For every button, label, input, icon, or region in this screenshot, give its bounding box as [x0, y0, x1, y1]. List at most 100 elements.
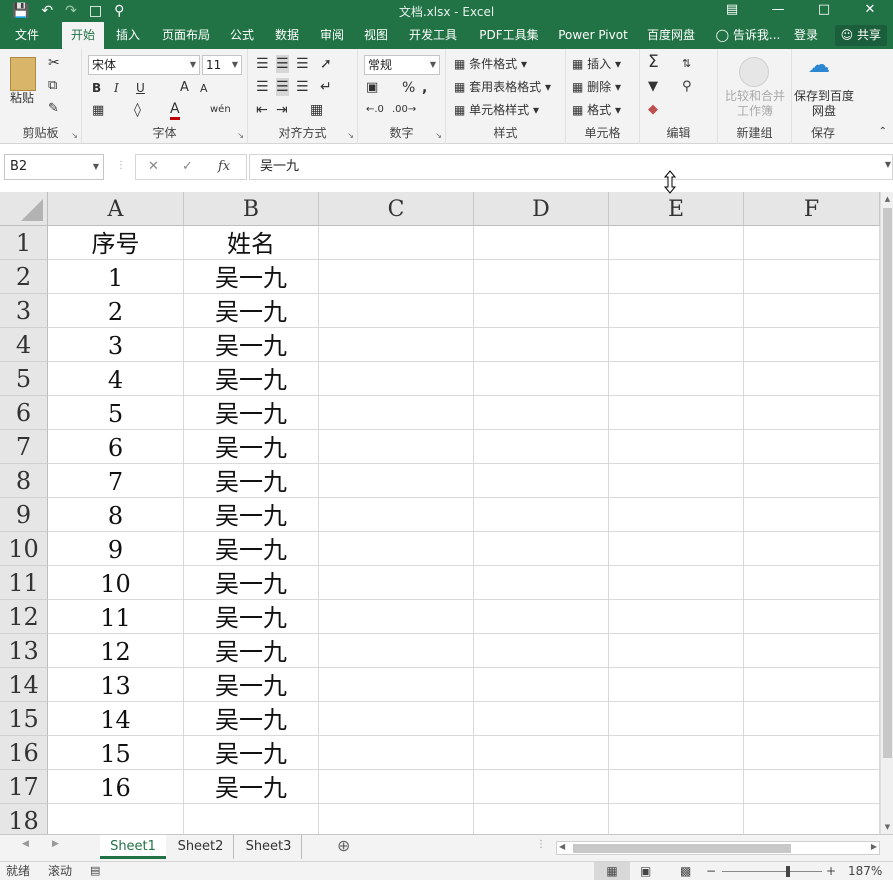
launcher-icon[interactable]: ↘ [237, 131, 244, 140]
scroll-up-icon[interactable]: ▲ [881, 192, 893, 206]
cell-C8[interactable] [319, 464, 474, 498]
cell-F17[interactable] [744, 770, 880, 804]
find-icon[interactable]: ⚲ [682, 78, 692, 96]
tab-insert[interactable]: 插入 [110, 22, 146, 49]
align-top-icon[interactable]: ☰ [256, 55, 269, 73]
cell-A10[interactable]: 9 [48, 532, 184, 566]
insert-function-icon[interactable]: fx [218, 159, 230, 174]
clear-icon[interactable]: ◆ [648, 101, 658, 119]
cell-E15[interactable] [609, 702, 744, 736]
zoom-slider-knob[interactable] [786, 866, 790, 877]
cell-D10[interactable] [474, 532, 609, 566]
cell-D1[interactable] [474, 226, 609, 260]
row-header[interactable]: 10 [0, 532, 48, 566]
cell-A11[interactable]: 10 [48, 566, 184, 600]
tab-pdf-tools[interactable]: PDF工具集 [474, 22, 544, 49]
cell-F10[interactable] [744, 532, 880, 566]
increase-indent-icon[interactable]: ⇥ [276, 101, 288, 119]
cell-F7[interactable] [744, 430, 880, 464]
cell-E7[interactable] [609, 430, 744, 464]
page-break-view-icon[interactable]: ▩ [680, 862, 691, 880]
zoom-slider[interactable] [722, 871, 822, 872]
cell-B9[interactable]: 吴一九 [184, 498, 319, 532]
cell-D14[interactable] [474, 668, 609, 702]
cell-F16[interactable] [744, 736, 880, 770]
cell-A18[interactable] [48, 804, 184, 834]
grow-font-button[interactable]: A [180, 79, 189, 97]
sheet-tab-3[interactable]: Sheet3 [236, 835, 302, 859]
currency-icon[interactable]: ▣ [366, 79, 378, 97]
column-header[interactable]: B [184, 192, 319, 226]
row-header[interactable]: 13 [0, 634, 48, 668]
select-all-button[interactable] [0, 192, 48, 226]
comma-button[interactable]: , [422, 79, 427, 97]
cell-A2[interactable]: 1 [48, 260, 184, 294]
cut-icon[interactable]: ✂ [48, 54, 60, 72]
column-header[interactable]: F [744, 192, 880, 226]
row-header[interactable]: 11 [0, 566, 48, 600]
row-header[interactable]: 5 [0, 362, 48, 396]
merge-cells-icon[interactable]: ▦ [310, 101, 323, 119]
cell-C2[interactable] [319, 260, 474, 294]
sheet-tab-2[interactable]: Sheet2 [168, 835, 234, 859]
launcher-icon[interactable]: ↘ [347, 131, 354, 140]
fill-icon[interactable]: ▼ [648, 78, 658, 96]
cell-E3[interactable] [609, 294, 744, 328]
italic-button[interactable]: I [114, 79, 119, 97]
cell-F2[interactable] [744, 260, 880, 294]
cell-E16[interactable] [609, 736, 744, 770]
tab-baidu[interactable]: 百度网盘 [640, 22, 702, 49]
scroll-left-icon[interactable]: ◀ [559, 842, 565, 851]
borders-icon[interactable]: ▦ [92, 102, 104, 120]
zoom-out-button[interactable]: − [706, 862, 716, 880]
cell-D11[interactable] [474, 566, 609, 600]
tab-view[interactable]: 视图 [358, 22, 394, 49]
cell-C1[interactable] [319, 226, 474, 260]
wrap-text-icon[interactable]: ↵ [320, 78, 332, 96]
paste-button[interactable]: 粘贴 [10, 89, 34, 107]
tab-developer[interactable]: 开发工具 [402, 22, 464, 49]
column-header[interactable]: A [48, 192, 184, 226]
bold-button[interactable]: B [92, 79, 101, 97]
cell-D15[interactable] [474, 702, 609, 736]
row-header[interactable]: 2 [0, 260, 48, 294]
cell-E13[interactable] [609, 634, 744, 668]
ribbon-display-icon[interactable]: ▤ [709, 0, 755, 22]
worksheet-grid[interactable]: ABCDEF 1 序号 姓名 2 1 吴一九 3 2 吴一九 4 3 吴一九 5 4 吴一九 6 5 吴一九 7 6 吴… [0, 192, 880, 834]
cell-A15[interactable]: 14 [48, 702, 184, 736]
maximize-icon[interactable]: □ [801, 0, 847, 22]
cell-C3[interactable] [319, 294, 474, 328]
next-sheet-icon[interactable]: ▶ [52, 839, 59, 849]
cell-F9[interactable] [744, 498, 880, 532]
tab-home[interactable]: 开始 [62, 22, 104, 49]
horizontal-scroll-thumb[interactable] [573, 844, 791, 853]
launcher-icon[interactable]: ↘ [71, 131, 78, 140]
cell-A6[interactable]: 5 [48, 396, 184, 430]
cell-E1[interactable] [609, 226, 744, 260]
cell-B4[interactable]: 吴一九 [184, 328, 319, 362]
row-header[interactable]: 12 [0, 600, 48, 634]
row-header[interactable]: 18 [0, 804, 48, 834]
align-middle-icon[interactable]: ☰ [276, 55, 289, 73]
page-layout-view-icon[interactable]: ▣ [640, 862, 651, 880]
scroll-down-icon[interactable]: ▼ [881, 820, 893, 834]
tab-review[interactable]: 审阅 [314, 22, 350, 49]
name-box[interactable]: B2 ▼ [4, 154, 104, 180]
column-header[interactable]: C [319, 192, 474, 226]
cell-C18[interactable] [319, 804, 474, 834]
cell-E2[interactable] [609, 260, 744, 294]
format-painter-icon[interactable]: ✎ [48, 100, 59, 118]
tab-data[interactable]: 数据 [268, 22, 306, 49]
cell-C17[interactable] [319, 770, 474, 804]
cell-F11[interactable] [744, 566, 880, 600]
align-left-icon[interactable]: ☰ [256, 78, 269, 96]
cell-D17[interactable] [474, 770, 609, 804]
cell-B13[interactable]: 吴一九 [184, 634, 319, 668]
cell-F1[interactable] [744, 226, 880, 260]
cell-F12[interactable] [744, 600, 880, 634]
cell-B7[interactable]: 吴一九 [184, 430, 319, 464]
normal-view-icon[interactable]: ▦ [594, 862, 630, 880]
cell-E12[interactable] [609, 600, 744, 634]
cell-A9[interactable]: 8 [48, 498, 184, 532]
cancel-icon[interactable]: ✕ [148, 159, 159, 174]
